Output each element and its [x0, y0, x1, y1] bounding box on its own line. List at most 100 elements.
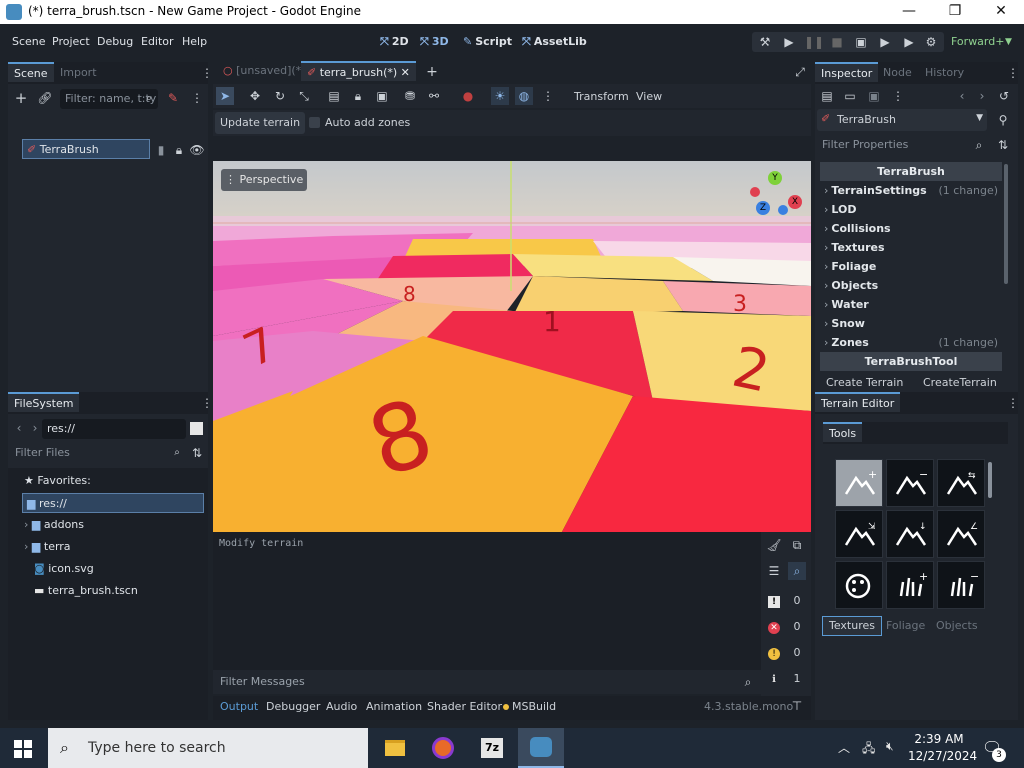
path-input[interactable]: res:// [42, 419, 186, 439]
tab-textures[interactable]: Textures [822, 616, 882, 636]
raise-tool-button[interactable]: + [835, 459, 883, 507]
warning-count[interactable]: ! 0 [762, 642, 808, 664]
bone-icon[interactable]: ⚯ [425, 87, 443, 105]
tab-foliage[interactable]: Foliage [886, 619, 925, 632]
smooth-tool-button[interactable]: ⇆ [937, 459, 985, 507]
file-item-terra[interactable]: › ▆ terra [24, 537, 71, 557]
tab-shader-editor[interactable]: Shader Editor [427, 700, 502, 713]
add-tab-icon[interactable]: + [423, 63, 441, 81]
select-tool-icon[interactable]: ➤ [216, 87, 234, 105]
menu-editor[interactable]: Editor [141, 35, 174, 48]
clock-time[interactable]: 2:39 AM [914, 732, 964, 746]
close-tab-icon[interactable]: ✕ [401, 66, 410, 79]
firefox-icon[interactable] [420, 728, 466, 768]
set-angle-tool-button[interactable]: ∠ [937, 510, 985, 558]
rotate-tool-icon[interactable]: ↻ [271, 87, 289, 105]
create-terrain-button[interactable]: CreateTerrain [923, 376, 997, 389]
7zip-icon[interactable]: 7z [469, 728, 515, 768]
play-scene-icon[interactable]: ▶ [876, 33, 894, 51]
distraction-free-icon[interactable]: ⤢ [791, 63, 809, 81]
filter-messages-input[interactable]: Filter Messages [215, 672, 759, 692]
tab-debugger[interactable]: Debugger [266, 700, 320, 713]
list-select-icon[interactable]: ▤ [325, 87, 343, 105]
tab-history[interactable]: History [919, 63, 970, 83]
section-collisions[interactable]: › Collisions [820, 219, 1002, 238]
node-script-icon[interactable]: ▮ [152, 141, 170, 159]
pause-icon[interactable]: ❚❚ [804, 33, 824, 51]
viewport-menu-icon[interactable]: ⋮ [539, 87, 557, 105]
collapse-icon[interactable]: ☰ [765, 562, 783, 580]
file-item-terra-brush[interactable]: ▬ terra_brush.tscn [34, 581, 138, 601]
scene-menu-icon[interactable]: ⋮ [188, 89, 206, 107]
open-folder-icon[interactable]: ▭ [841, 87, 859, 105]
flatten-tool-button[interactable]: ⇲ [835, 510, 883, 558]
lock-icon[interactable]: 🔒︎ [349, 87, 367, 105]
menu-project[interactable]: Project [52, 35, 90, 48]
volume-muted-icon[interactable]: 🔇︎ [886, 739, 894, 754]
clock-date[interactable]: 12/27/2024 [908, 749, 977, 763]
favorites-item[interactable]: ★ Favorites: [24, 471, 91, 491]
lock-icon[interactable]: 🔒︎ [170, 141, 188, 159]
update-terrain-button[interactable]: Update terrain [215, 112, 306, 134]
view-menu[interactable]: View [636, 90, 662, 103]
renderer-select[interactable]: Forward+ [951, 35, 1004, 48]
object-params-icon[interactable]: ⚲ [994, 111, 1012, 129]
remote-debug-icon[interactable]: ⚒ [756, 33, 774, 51]
visibility-icon[interactable]: 👁︎ [188, 141, 206, 159]
menu-debug[interactable]: Debug [97, 35, 133, 48]
chevron-up-icon[interactable]: ︿ [838, 739, 850, 756]
section-zones[interactable]: › Zones (1 change) [820, 333, 1002, 352]
search-icon[interactable]: ⌕ [788, 562, 806, 580]
windows-start-icon[interactable] [14, 740, 32, 758]
tree-node-terrabrush[interactable]: ✐ TerraBrush [22, 139, 150, 159]
tab-unsaved[interactable]: ○ [unsaved](*) [217, 61, 311, 81]
minimize-button[interactable]: — [886, 0, 932, 24]
info-count[interactable]: ℹ 1 [762, 668, 808, 690]
script-attach-icon[interactable]: ✎ [164, 89, 182, 107]
record-icon[interactable]: ● [459, 87, 477, 105]
menu-scene[interactable]: Scene [12, 35, 46, 48]
gizmo-z[interactable]: Z [756, 201, 770, 215]
group-icon[interactable]: ▣ [373, 87, 391, 105]
history-forward-icon[interactable]: › [973, 87, 991, 105]
file-item-addons[interactable]: › ▆ addons [24, 515, 84, 535]
section-water[interactable]: › Water [820, 295, 1002, 314]
node-select[interactable]: ✐ TerraBrush ▼ [817, 109, 987, 131]
tab-inspector[interactable]: Inspector [815, 62, 879, 82]
workspace-3d-button[interactable]: ⤧ 3D [420, 35, 449, 49]
pin-icon[interactable]: ⊤ [788, 697, 806, 715]
snap-icon[interactable]: ⛃ [401, 87, 419, 105]
dock-menu-icon[interactable]: ⋮ [1004, 64, 1022, 82]
section-foliage[interactable]: › Foliage [820, 257, 1002, 276]
add-node-icon[interactable]: + [12, 89, 30, 107]
new-resource-icon[interactable]: ▤ [818, 87, 836, 105]
filter-properties-input[interactable]: Filter Properties [817, 135, 987, 155]
lower-tool-button[interactable]: − [886, 459, 934, 507]
movie-icon[interactable]: ▣ [852, 33, 870, 51]
clear-output-icon[interactable]: 🧹︎ [765, 536, 783, 554]
network-icon[interactable]: 🖧︎ [862, 739, 875, 760]
auto-add-zones-checkbox[interactable] [309, 117, 320, 128]
tab-terra-brush[interactable]: ✐ terra_brush(*) ✕ [301, 61, 416, 81]
sort-icon[interactable]: ⇅ [188, 444, 206, 462]
scale-tool-icon[interactable]: ⤡ [295, 87, 313, 105]
section-lod[interactable]: › LOD [820, 200, 1002, 219]
error-count[interactable]: ! 0 [762, 590, 808, 612]
close-window-button[interactable]: ✕ [978, 0, 1024, 24]
error-red-count[interactable]: ✕ 0 [762, 616, 808, 638]
godot-taskbar-icon[interactable] [518, 728, 564, 768]
file-item-res[interactable]: ▆ res:// [22, 493, 204, 513]
copy-icon[interactable]: ⧉ [788, 536, 806, 554]
dock-menu-icon[interactable]: ⋮ [1004, 394, 1022, 412]
link-icon[interactable]: 🔗︎ [36, 89, 54, 107]
tab-msbuild[interactable]: MSBuild [512, 700, 556, 713]
inspector-menu-icon[interactable]: ⋮ [889, 87, 907, 105]
movie-maker-icon[interactable]: ⚙ [922, 33, 940, 51]
section-terrain-settings[interactable]: › TerrainSettings (1 change) [820, 181, 1002, 200]
tab-scene[interactable]: Scene [8, 62, 54, 82]
play-icon[interactable]: ▶ [780, 33, 798, 51]
3d-viewport[interactable]: 8 2 7 1 3 8 ⋮ Perspective Y X Z [213, 161, 811, 549]
gizmo-y[interactable]: Y [768, 171, 782, 185]
perspective-button[interactable]: ⋮ Perspective [221, 169, 308, 191]
maximize-button[interactable]: ❐ [932, 0, 978, 24]
